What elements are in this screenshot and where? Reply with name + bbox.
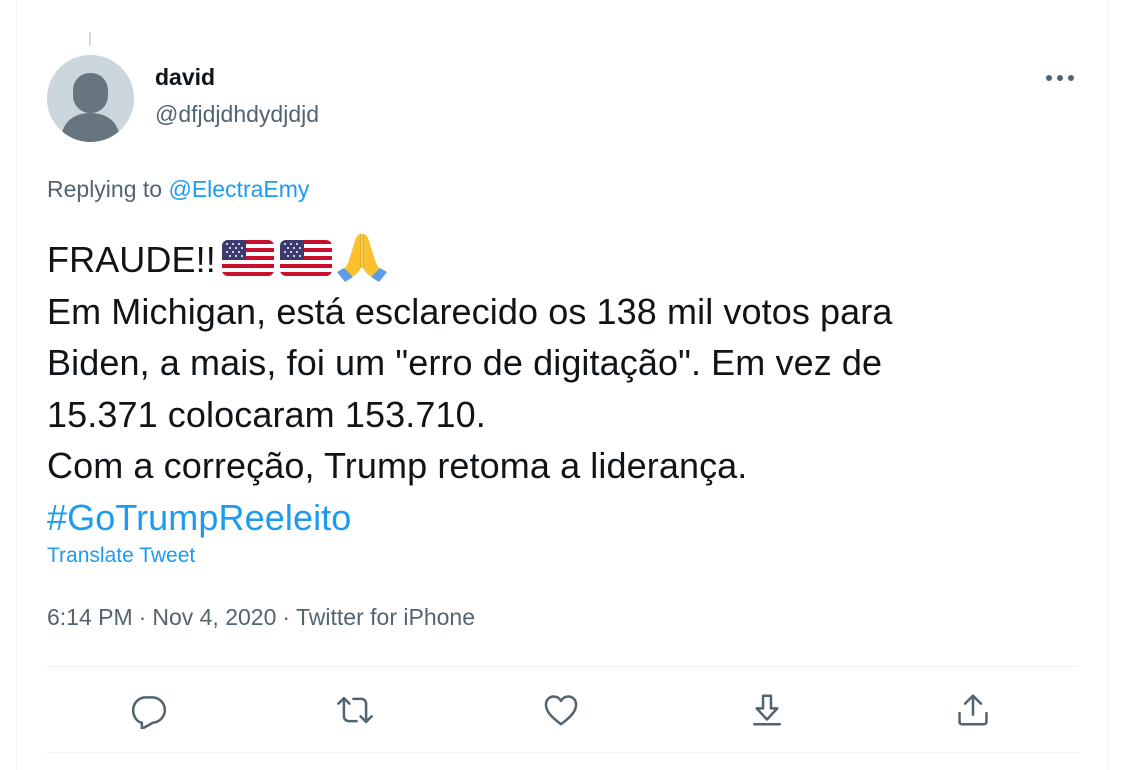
tweet-source-link[interactable]: Twitter for iPhone [296,604,475,630]
heart-icon [544,695,578,726]
reply-button[interactable] [129,690,169,730]
retweet-icon [337,696,373,724]
tweet-text: FRAUDE!! Em Michigan, está esclarecido o… [47,228,1057,543]
thread-connector-line [89,32,91,46]
tweet-date-link[interactable]: Nov 4, 2020 [152,604,276,630]
share-button[interactable] [953,690,993,730]
default-avatar-icon [47,55,134,142]
us-flag-icon [279,240,332,276]
tweet-meta: 6:14 PM · Nov 4, 2020 · Twitter for iPhone [47,604,475,631]
tweet-text-line: FRAUDE!! [47,228,1057,286]
tweet-text-line: Em Michigan, está esclarecido os 138 mil… [47,290,893,332]
retweet-button[interactable] [335,690,375,730]
avatar[interactable] [47,55,134,142]
tweet-text-line: Com a correção, Trump retoma a liderança… [47,445,748,486]
like-button[interactable] [541,690,581,730]
author-handle[interactable]: @dfjdjdhdydjdjd [155,101,319,128]
author-name[interactable]: david [155,64,215,91]
meta-separator: · [282,604,291,630]
divider [46,666,1078,667]
replying-mention-link[interactable]: @ElectraEmy [168,176,309,202]
more-options-button[interactable] [1040,62,1080,94]
tweet-text-line1: FRAUDE!! [47,239,216,280]
tweet-text-line: Biden, a mais, foi um "erro de digitação… [47,342,883,383]
replying-prefix: Replying to [47,176,163,202]
tweet-text-line: 15.371 colocaram 153.710. [47,393,486,435]
hashtag-link[interactable]: #GoTrumpReeleito [47,492,1057,544]
us-flag-icon [221,240,274,276]
replying-to: Replying to @ElectraEmy [47,176,309,203]
folded-hands-icon [336,234,387,282]
share-icon [958,694,988,726]
save-button[interactable] [747,690,787,730]
divider [46,752,1078,753]
tweet-time-link[interactable]: 6:14 PM [47,604,133,630]
reply-icon [131,696,167,729]
tweet-actions [46,668,1078,752]
translate-tweet-link[interactable]: Translate Tweet [47,544,195,568]
more-horizontal-icon [1046,75,1074,81]
download-icon [753,694,781,726]
meta-separator: · [138,604,147,630]
